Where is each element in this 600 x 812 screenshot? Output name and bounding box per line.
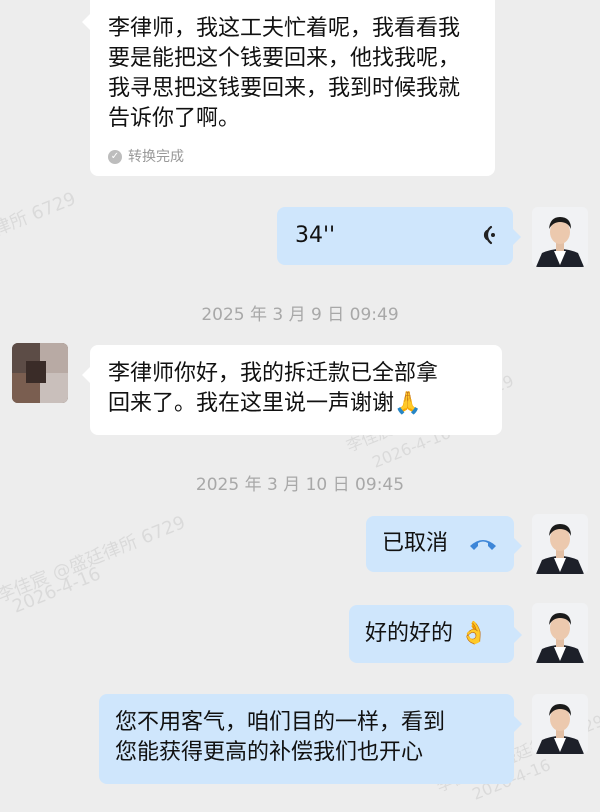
message-text-line: 李律师，我这工夫忙着呢，我看看我: [108, 16, 461, 41]
voice-message-bubble[interactable]: 34'': [277, 207, 521, 265]
watermark: 李佳宸 @盛廷律所 6729: [0, 511, 189, 607]
avatar[interactable]: [532, 207, 588, 267]
message-bubble-incoming[interactable]: 李律师你好，我的拆迁款已全部拿 回来了。我在这里说一声谢谢🙏: [82, 345, 502, 435]
message-text-line: 李律师你好，我的拆迁款已全部拿: [108, 361, 439, 386]
conversion-status: ✓ 转换完成: [108, 142, 477, 172]
ok-hand-emoji-icon: 👌: [460, 621, 488, 646]
call-status-bubble[interactable]: 已取消: [366, 516, 522, 572]
voice-wave-icon: [475, 221, 499, 249]
lawyer-avatar-image: [532, 603, 588, 663]
message-text-line: 您不用客气，咱们目的一样，看到: [115, 710, 446, 735]
timestamp: 2025 年 3 月 9 日 09:49: [201, 305, 399, 325]
message-bubble-outgoing[interactable]: 好的好的 👌: [349, 605, 522, 663]
avatar[interactable]: [12, 343, 68, 403]
message-bubble-outgoing[interactable]: 您不用客气，咱们目的一样，看到 您能获得更高的补偿我们也开心: [99, 694, 522, 784]
client-avatar-image: [12, 343, 68, 403]
lawyer-avatar-image: [532, 694, 588, 754]
avatar[interactable]: [532, 603, 588, 663]
voice-duration: 34'': [295, 223, 336, 248]
phone-icon: [468, 532, 498, 565]
avatar[interactable]: [532, 514, 588, 574]
message-text-line: 我寻思把这钱要回来，我到时候我就: [108, 76, 461, 101]
message-bubble-incoming[interactable]: 李律师，我这工夫忙着呢，我看看我 要是能把这个钱要回来，他找我呢， 我寻思把这钱…: [82, 0, 495, 176]
message-text: 好的好的: [365, 621, 454, 646]
call-status-text: 已取消: [382, 531, 449, 556]
lawyer-avatar-image: [532, 207, 588, 267]
lawyer-avatar-image: [532, 514, 588, 574]
message-text-line: 您能获得更高的补偿我们也开心: [115, 740, 424, 765]
message-text-line: 回来了。我在这里说一声谢谢: [108, 391, 395, 416]
message-text-line: 告诉你了啊。: [108, 106, 241, 131]
check-icon: ✓: [108, 150, 122, 164]
watermark: 律所 6729: [0, 188, 79, 241]
avatar[interactable]: [532, 694, 588, 754]
watermark: 2026-4-16: [9, 563, 104, 618]
conversion-status-label: 转换完成: [128, 149, 184, 165]
pray-emoji-icon: 🙏: [394, 391, 422, 416]
message-text-line: 要是能把这个钱要回来，他找我呢，: [108, 46, 461, 71]
timestamp: 2025 年 3 月 10 日 09:45: [195, 475, 405, 495]
